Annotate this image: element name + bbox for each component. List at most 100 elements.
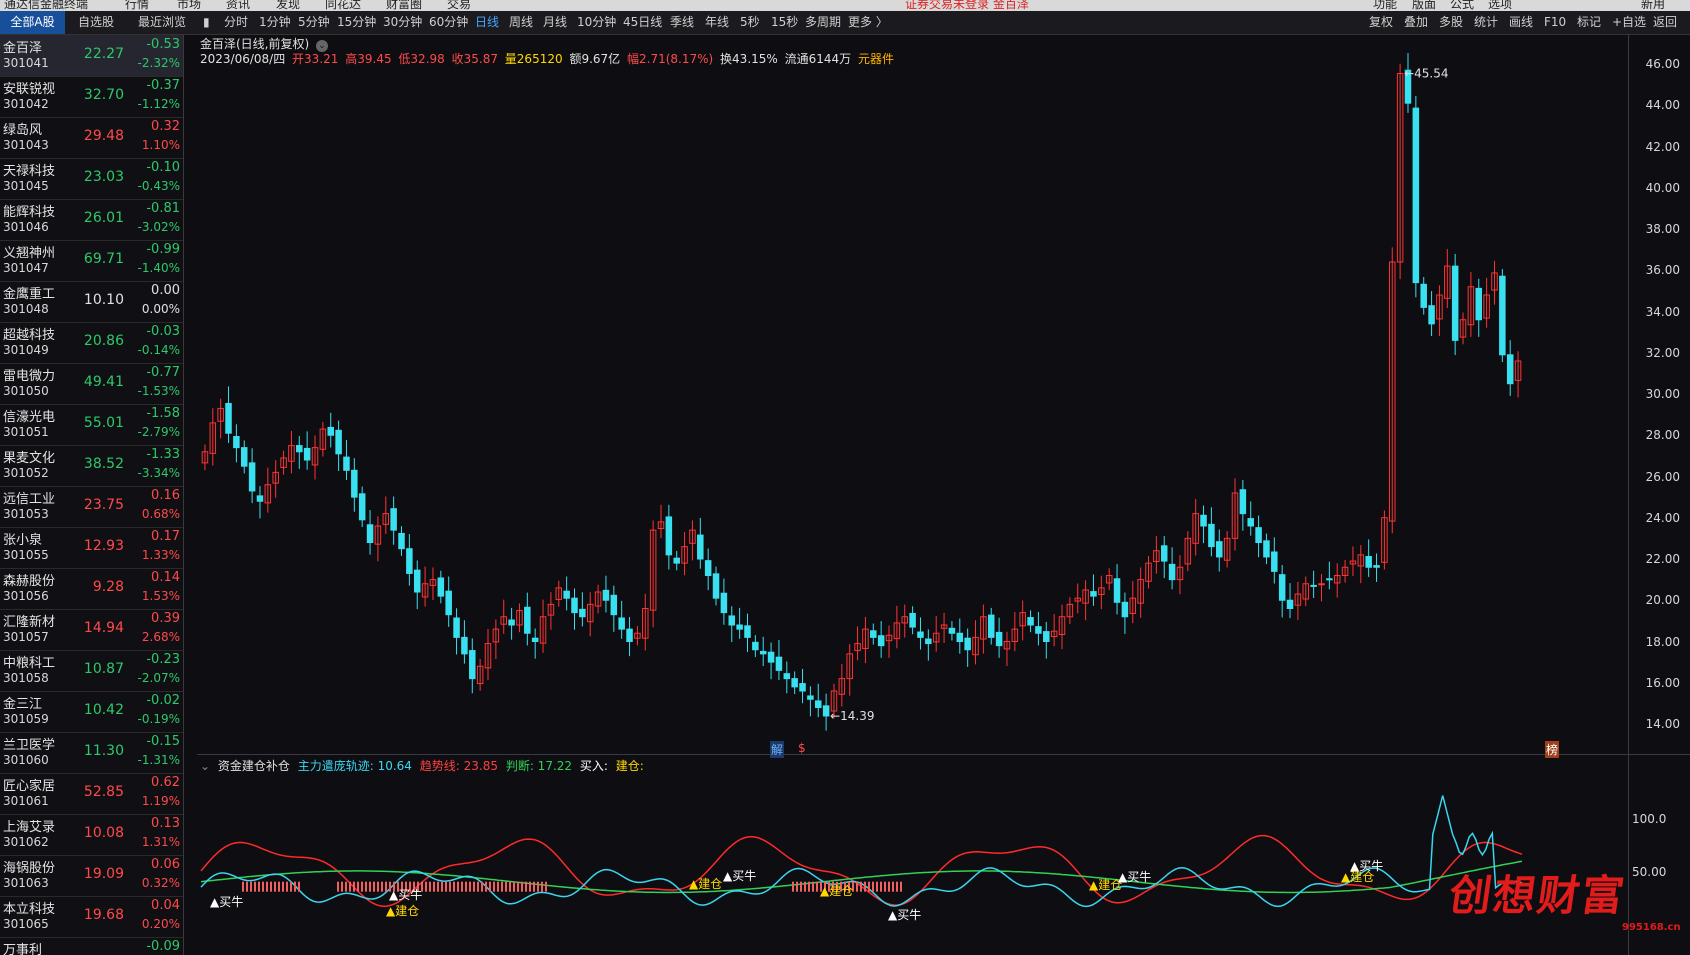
stock-code: 301047	[3, 261, 49, 275]
stock-row[interactable]: 本立科技 301065 19.68 0.04 0.20%	[0, 896, 183, 938]
menu-item-fortune[interactable]: 财富圈	[386, 0, 422, 11]
stock-name: 信濠光电	[3, 410, 56, 425]
indicator-main-track: 主力遣庞轨迹: 10.64	[297, 759, 412, 773]
candlestick-chart[interactable]: ←45.54 ←14.39	[197, 34, 1628, 955]
candle-body	[1027, 617, 1034, 626]
tool-back[interactable]: 返回	[1653, 11, 1677, 34]
candle-body	[987, 614, 995, 638]
marker-dollar[interactable]: $	[798, 741, 806, 755]
stock-row[interactable]: 超越科技 301049 20.86 -0.03 -0.14%	[0, 322, 183, 364]
stock-price: 10.10	[83, 292, 124, 308]
stock-row[interactable]: 森赫股份 301056 9.28 0.14 1.53%	[0, 568, 183, 610]
stock-row[interactable]: 安联锐视 301042 32.70 -0.37 -1.12%	[0, 76, 183, 118]
tab-period-5min[interactable]: 5分钟	[298, 11, 330, 34]
menu-item-tonghuada[interactable]: 同花达	[325, 0, 361, 11]
tool-multi-stock[interactable]: 多股	[1439, 11, 1463, 34]
tab-period-1min[interactable]: 1分钟	[259, 11, 291, 34]
stock-row[interactable]: 海锅股份 301063 19.09 0.06 0.32%	[0, 855, 183, 897]
tool-statistics[interactable]: 统计	[1474, 11, 1498, 34]
build-bar	[377, 881, 379, 892]
menu-item-newuser[interactable]: 新用	[1641, 0, 1665, 11]
stock-price: 49.41	[83, 374, 124, 390]
tab-recent[interactable]: 最近浏览	[127, 11, 197, 34]
stock-row[interactable]: 果麦文化 301052 38.52 -1.33 -3.34%	[0, 445, 183, 487]
candle-body	[720, 592, 728, 614]
stock-row[interactable]: 能辉科技 301046 26.01 -0.81 -3.02%	[0, 199, 183, 241]
candle-body	[571, 597, 578, 614]
tool-draw[interactable]: 画线	[1509, 11, 1533, 34]
tab-period-daily[interactable]: 日线	[475, 11, 499, 34]
menu-item-options[interactable]: 选项	[1488, 0, 1512, 11]
stock-row[interactable]: 绿岛风 301043 29.48 0.32 1.10%	[0, 117, 183, 159]
candle-body	[956, 632, 964, 642]
build-bar	[250, 881, 252, 892]
stock-row[interactable]: 上海艾录 301062 10.08 0.13 1.31%	[0, 814, 183, 856]
marker-unlock[interactable]: 解	[770, 741, 785, 758]
tool-f10[interactable]: F10	[1544, 11, 1566, 34]
candle-body	[1326, 578, 1333, 581]
tab-period-multi[interactable]: 多周期	[805, 11, 841, 34]
tab-period-monthly[interactable]: 月线	[543, 11, 567, 34]
stock-row[interactable]: 万事利 -0.09	[0, 937, 183, 955]
tool-adjust[interactable]: 复权	[1369, 11, 1393, 34]
tab-period-10min[interactable]: 10分钟	[577, 11, 616, 34]
stock-row[interactable]: 中粮科工 301058 10.87 -0.23 -2.07%	[0, 650, 183, 692]
menu-item-function[interactable]: 功能	[1373, 0, 1397, 11]
candle-body	[508, 619, 515, 626]
sidebar-toggle-icon[interactable]: ▮	[203, 11, 210, 34]
tab-period-60min[interactable]: 60分钟	[429, 11, 468, 34]
tool-overlay[interactable]: 叠加	[1404, 11, 1428, 34]
tab-period-5sec[interactable]: 5秒	[740, 11, 760, 34]
stock-change: -0.77	[146, 365, 180, 380]
candle-body	[358, 493, 366, 521]
stock-row[interactable]: 张小泉 301055 12.93 0.17 1.33%	[0, 527, 183, 569]
stock-row[interactable]: 信濠光电 301051 55.01 -1.58 -2.79%	[0, 404, 183, 446]
menu-item-discover[interactable]: 发现	[276, 0, 300, 11]
candle-body	[445, 590, 452, 616]
stock-change: 0.62	[151, 775, 180, 790]
candle-body	[461, 636, 468, 655]
indicator-name[interactable]: 资金建仓补仓	[218, 759, 290, 773]
indicator-menu-icon[interactable]: ⌄	[200, 759, 210, 773]
menu-item-layout[interactable]: 版面	[1412, 0, 1436, 11]
menu-item-news[interactable]: 资讯	[226, 0, 250, 11]
build-bar	[860, 881, 862, 892]
stock-row[interactable]: 汇隆新材 301057 14.94 0.39 2.68%	[0, 609, 183, 651]
build-bar	[445, 881, 447, 892]
tab-period-quarterly[interactable]: 季线	[670, 11, 694, 34]
menu-item-exchange[interactable]: 市场	[177, 0, 201, 11]
stock-pct: 1.10%	[141, 138, 180, 152]
stock-row[interactable]: 义翘神州 301047 69.71 -0.99 -1.40%	[0, 240, 183, 282]
menu-item-market[interactable]: 行情	[125, 0, 149, 11]
tool-mark[interactable]: 标记	[1577, 11, 1601, 34]
tool-add-watch[interactable]: +自选	[1612, 11, 1646, 34]
stock-row[interactable]: 金鹰重工 301048 10.10 0.00 0.00%	[0, 281, 183, 323]
stock-row[interactable]: 天禄科技 301045 23.03 -0.10 -0.43%	[0, 158, 183, 200]
build-bar	[290, 881, 292, 892]
marker-list[interactable]: 榜	[1545, 741, 1560, 758]
stock-price: 38.52	[83, 456, 124, 472]
candle-body	[807, 695, 814, 700]
tab-period-yearly[interactable]: 年线	[705, 11, 729, 34]
candle-body	[909, 612, 916, 628]
tab-watchlist[interactable]: 自选股	[65, 11, 127, 34]
build-bar	[286, 881, 288, 892]
stock-row[interactable]: 金百泽 301041 22.27 -0.53 -2.32%	[0, 35, 183, 77]
tab-period-30min[interactable]: 30分钟	[383, 11, 422, 34]
stock-row[interactable]: 匠心家居 301061 52.85 0.62 1.19%	[0, 773, 183, 815]
tab-all-a-shares[interactable]: 全部A股	[0, 11, 65, 34]
tab-period-intraday[interactable]: 分时	[224, 11, 248, 34]
stock-row[interactable]: 远信工业 301053 23.75 0.16 0.68%	[0, 486, 183, 528]
stock-row[interactable]: 兰卫医学 301060 11.30 -0.15 -1.31%	[0, 732, 183, 774]
stock-change: 0.13	[151, 816, 180, 831]
tab-period-weekly[interactable]: 周线	[509, 11, 533, 34]
stock-row[interactable]: 金三江 301059 10.42 -0.02 -0.19%	[0, 691, 183, 733]
menu-item-formula[interactable]: 公式	[1450, 0, 1474, 11]
stock-row[interactable]: 雷电微力 301050 49.41 -0.77 -1.53%	[0, 363, 183, 405]
candle-body	[335, 429, 342, 455]
tab-period-45day[interactable]: 45日线	[623, 11, 662, 34]
menu-item-trade[interactable]: 交易	[447, 0, 471, 11]
tab-period-15min[interactable]: 15分钟	[337, 11, 376, 34]
tab-period-15sec[interactable]: 15秒	[771, 11, 798, 34]
tab-period-more[interactable]: 更多 〉	[848, 11, 888, 34]
